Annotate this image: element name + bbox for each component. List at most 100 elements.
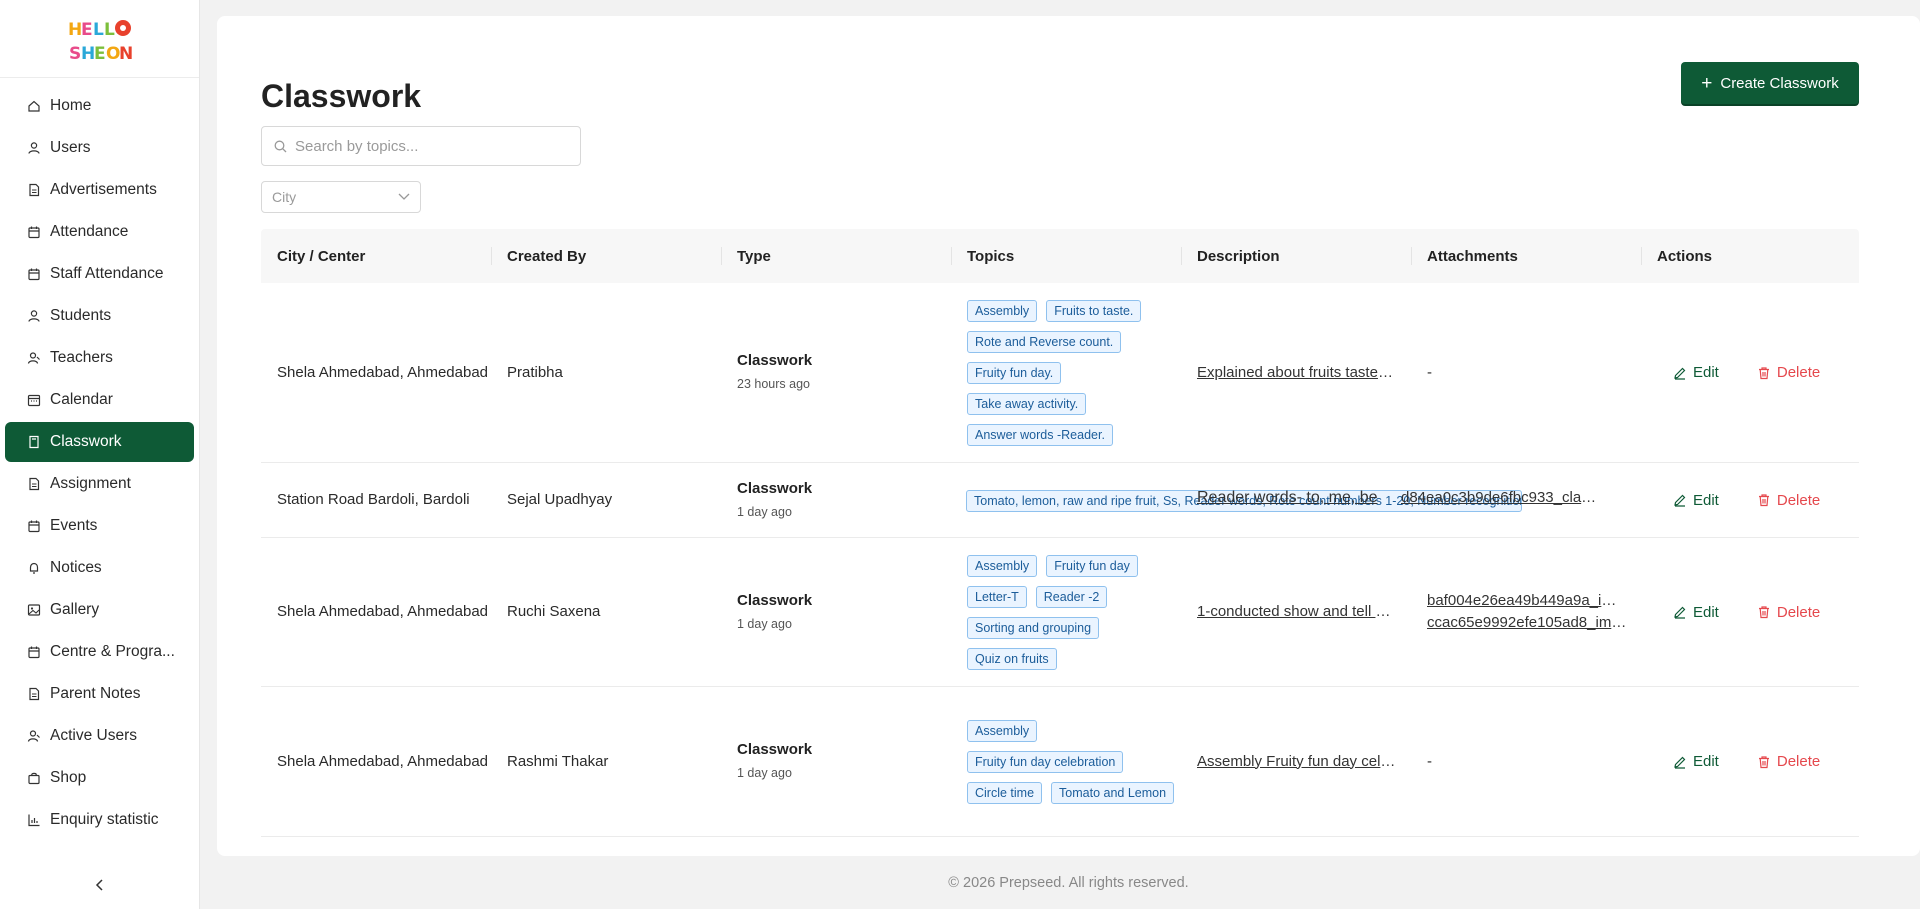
type-time: 1 day ago [737,504,792,519]
edit-button[interactable]: Edit [1673,364,1719,381]
cell-actions: Edit Delete [1641,604,1859,621]
edit-button[interactable]: Edit [1673,753,1719,770]
hello-sheon-logo[interactable]: H E L L S H E O N [64,13,136,65]
sidebar-item-calendar[interactable]: Calendar [5,380,194,420]
sidebar-item-notices[interactable]: Notices [5,548,194,588]
column-header-topics: Topics [951,245,1181,267]
collapse-sidebar-button[interactable] [90,875,110,895]
sidebar-item-gallery[interactable]: Gallery [5,590,194,630]
svg-text:S: S [69,44,81,64]
sidebar-item-events[interactable]: Events [5,506,194,546]
cell-description: Explained about fruits taste and... [1181,362,1411,384]
sidebar-item-label: Notices [50,559,102,576]
chevron-left-icon [95,879,103,891]
description-link[interactable]: Assembly Fruity fun day celebration [1197,751,1397,773]
user-icon [27,309,41,323]
sidebar-item-classwork[interactable]: Classwork [5,422,194,462]
topic-tag: Fruity fun day celebration [967,750,1124,773]
type-label: Classwork [737,591,813,609]
sidebar-item-label: Centre & Progra... [50,643,175,660]
sidebar-item-centre-progra[interactable]: Centre & Progra... [5,632,194,672]
cell-attachments: - [1411,751,1641,773]
cell-created-by: Sejal Upadhyay [507,491,613,508]
sidebar-item-label: Users [50,139,91,156]
topic-tag: Answer words -Reader. [967,423,1113,446]
sidebar-item-users[interactable]: Users [5,128,194,168]
cell-type: Classwork 1 day ago [721,739,951,784]
sidebar: H E L L S H E O N Home Users Advertisement… [0,0,200,909]
description-link[interactable]: 1-conducted show and tell activity [1197,601,1397,623]
attachment-link[interactable]: ccac65e9992efe105ad8_image.jpg [1427,612,1627,634]
sidebar-item-staff-attendance[interactable]: Staff Attendance [5,254,194,294]
sidebar-item-enquiry-statistic[interactable]: Enquiry statistic [5,800,194,840]
delete-label: Delete [1776,491,1821,509]
sidebar-item-parent-notes[interactable]: Parent Notes [5,674,194,714]
calendar-icon [27,267,41,281]
sidebar-item-students[interactable]: Students [5,296,194,336]
topic-tag: Fruity fun day [1046,554,1138,577]
topic-tag: Circle time [967,781,1043,804]
column-header-actions: Actions [1641,245,1859,267]
attachment-empty: - [1427,363,1432,381]
description-link[interactable]: Reader words- to, me, be [1197,489,1382,507]
edit-button[interactable]: Edit [1673,604,1719,621]
type-label: Classwork [737,352,813,369]
attachment-link[interactable]: d84ea0c3b9de6fbc933_classwork.jpg [1401,489,1597,506]
delete-button[interactable]: Delete [1757,604,1820,621]
delete-label: Delete [1776,753,1821,770]
topic-tag: Assembly [967,299,1038,322]
sidebar-item-attendance[interactable]: Attendance [5,212,194,252]
search-input[interactable] [295,137,575,155]
cell-type: Classwork 1 day ago [721,478,951,523]
sidebar-item-advertisements[interactable]: Advertisements [5,170,194,210]
sidebar-item-shop[interactable]: Shop [5,758,194,798]
type-time: 23 hours ago [737,377,810,391]
svg-text:N: N [119,44,133,64]
sidebar-item-assignment[interactable]: Assignment [5,464,194,504]
topic-tag: Quiz on fruits [967,647,1057,670]
chevron-down-icon [398,193,410,200]
city-select-placeholder: City [272,189,297,205]
pencil-icon [1674,756,1686,769]
cell-topics: Assembly Fruity fun day Letter-T Reader -2 S… [951,554,1181,670]
footer: © 2026 Prepseed. All rights reserved. [217,856,1920,909]
document-icon [27,687,41,701]
cell-city: Station Road Bardoli, Bardoli [277,491,470,508]
delete-button[interactable]: Delete [1757,753,1820,770]
trash-icon [1758,755,1769,768]
delete-label: Delete [1776,603,1821,621]
search-icon [274,140,287,152]
logo-area: H E L L S H E O N [0,0,199,78]
sidebar-item-label: Teachers [50,349,113,366]
topic-tag: Sorting and grouping [967,616,1100,639]
topic-tag: Fruity fun day. [967,361,1062,384]
topic-tag: Assembly [967,554,1038,577]
city-select[interactable]: City [261,181,421,213]
cell-attachments: - [1411,362,1641,384]
sidebar-item-label: Gallery [50,601,100,618]
cell-description: 1-conducted show and tell activity [1181,601,1411,623]
delete-button[interactable]: Delete [1757,492,1820,509]
attachment-link[interactable]: baf004e26ea49b449a9a_image.jpg [1427,590,1627,612]
sidebar-item-active-users[interactable]: Active Users [5,716,194,756]
delete-button[interactable]: Delete [1757,364,1820,381]
column-header-attachments: Attachments [1411,245,1641,267]
sidebar-item-label: Active Users [50,727,137,744]
create-classwork-button[interactable]: + Create Classwork [1681,62,1859,104]
type-time: 1 day ago [737,616,792,631]
sidebar-item-teachers[interactable]: Teachers [5,338,194,378]
sidebar-item-label: Events [50,517,98,534]
edit-button[interactable]: Edit [1673,492,1719,509]
column-header-city: City / Center [277,247,366,265]
description-link[interactable]: Explained about fruits taste and... [1197,362,1397,384]
cell-description: Assembly Fruity fun day celebration [1181,751,1411,773]
table-header: City / Center Created By Type Topics Des… [261,229,1859,283]
trash-icon [1758,606,1769,619]
cell-actions: Edit Delete [1641,492,1859,509]
sidebar-nav: Home Users Advertisements Attendance Staff A… [0,78,199,840]
sidebar-item-label: Shop [50,769,87,786]
cell-created-by: Ruchi Saxena [507,603,601,620]
chart-icon [27,813,41,827]
svg-text:E: E [81,20,93,40]
sidebar-item-home[interactable]: Home [5,86,194,126]
